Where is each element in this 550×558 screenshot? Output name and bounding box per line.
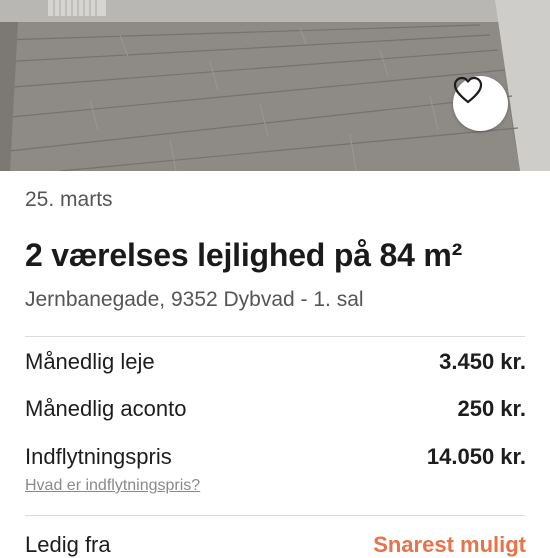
listing-address: Jernbanegade, 9352 Dybvad - 1. sal (25, 288, 364, 311)
heart-outline-icon (453, 76, 483, 104)
price-value: 14.050 kr. (426, 444, 526, 469)
divider (25, 336, 525, 337)
listing-photo[interactable] (0, 0, 550, 171)
price-value: 250 kr. (457, 396, 526, 421)
price-label: Månedlig leje (25, 349, 155, 374)
price-row-aconto: Månedlig aconto 250 kr. (25, 396, 526, 422)
price-label: Månedlig aconto (25, 396, 187, 421)
price-row-monthly-rent: Månedlig leje 3.450 kr. (25, 349, 526, 375)
favorite-button[interactable] (453, 76, 508, 131)
availability-label: Ledig fra (25, 532, 111, 557)
availability-row: Ledig fra Snarest muligt (25, 532, 526, 558)
listing-title: 2 værelses lejlighed på 84 m² (25, 237, 463, 273)
availability-value: Snarest muligt (373, 532, 526, 557)
move-in-price-help-link[interactable]: Hvad er indflytningspris? (25, 477, 200, 495)
divider (25, 515, 525, 516)
listing-date: 25. marts (25, 188, 113, 211)
price-label: Indflytningspris (25, 444, 172, 469)
price-row-move-in: Indflytningspris 14.050 kr. (25, 444, 526, 470)
price-value: 3.450 kr. (439, 349, 526, 374)
